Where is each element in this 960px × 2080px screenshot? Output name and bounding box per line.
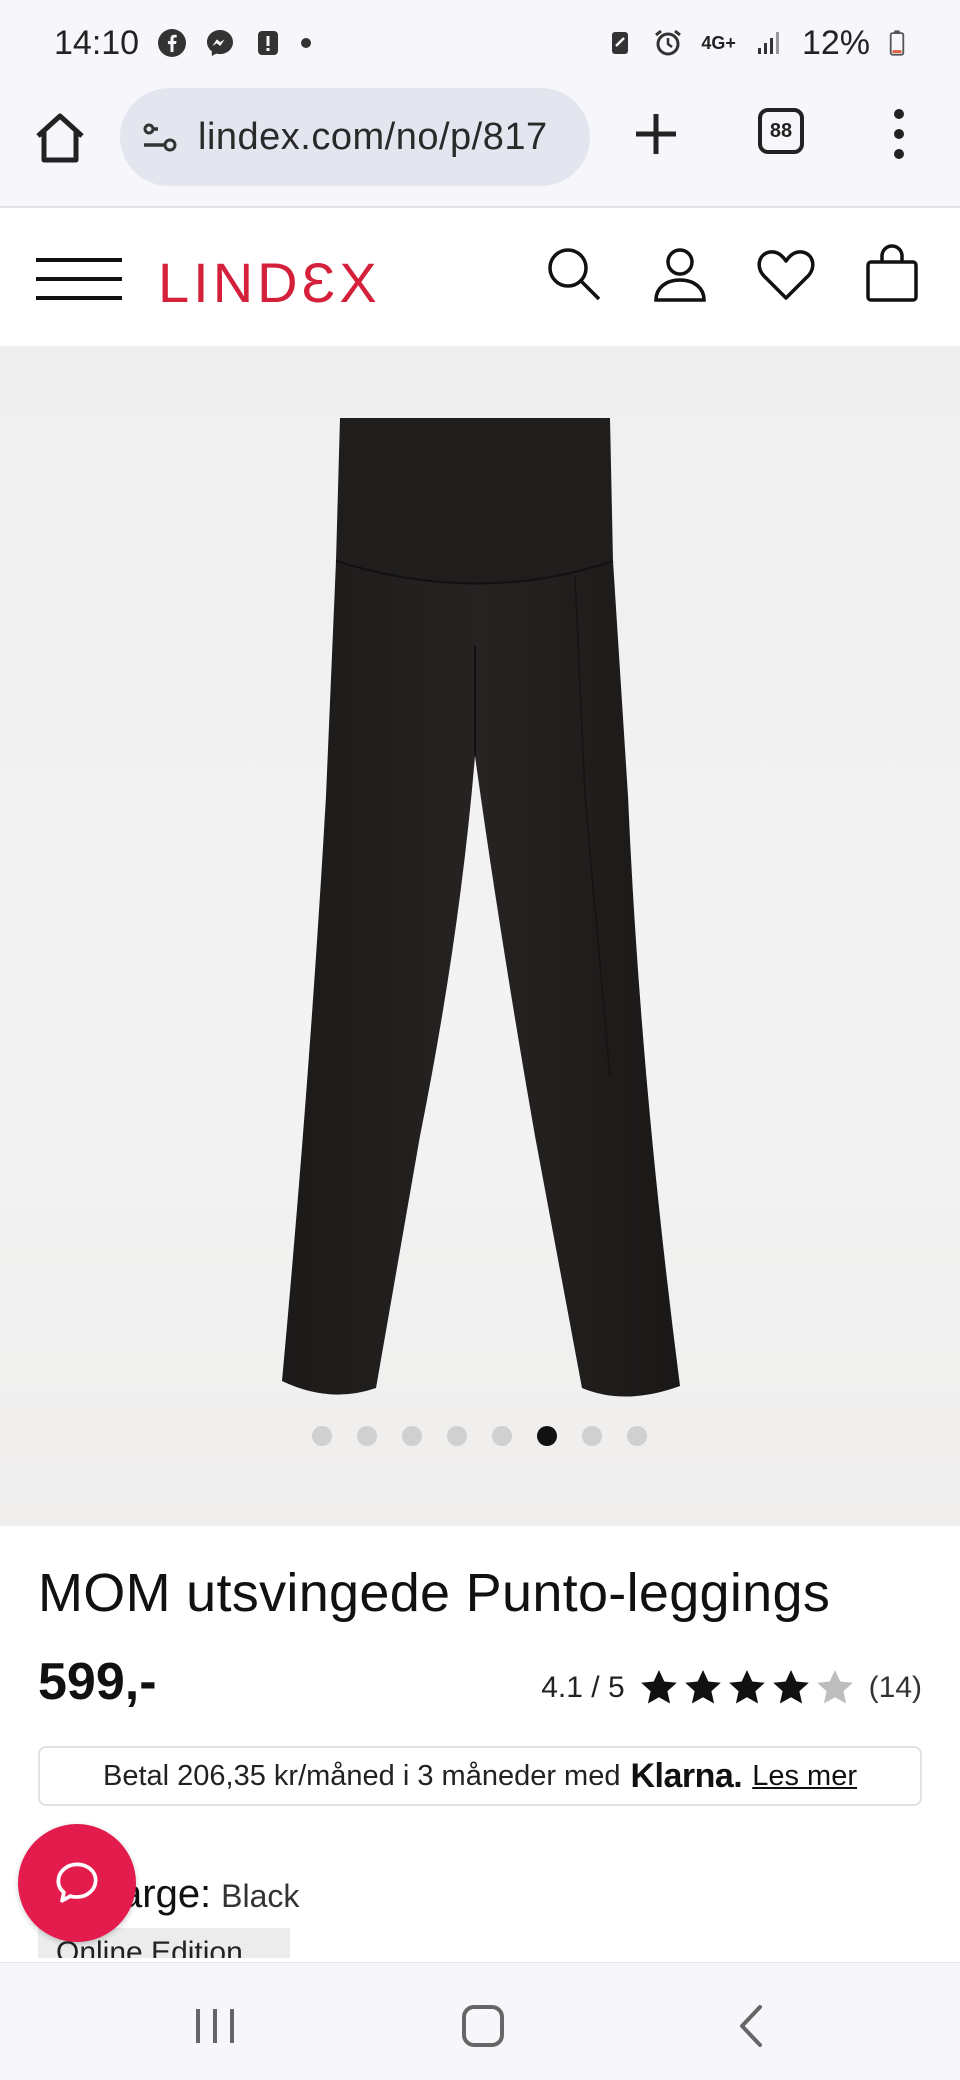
star-icon xyxy=(772,1670,809,1704)
menu-icon[interactable] xyxy=(36,256,122,302)
site-header: LINDƐX xyxy=(0,208,960,346)
sim-icon xyxy=(612,32,629,54)
gallery-dot[interactable] xyxy=(312,1426,332,1446)
signal-icon xyxy=(757,32,779,54)
color-value: Black xyxy=(221,1878,300,1914)
product-rating[interactable]: 4.1 / 5 (14) xyxy=(541,1668,922,1708)
facebook-icon xyxy=(158,29,187,57)
review-count[interactable]: (14) xyxy=(869,1671,922,1705)
browser-toolbar: lindex.com/no/p/817 88 xyxy=(0,86,960,208)
dot-icon xyxy=(301,38,312,48)
site-settings-icon[interactable] xyxy=(140,117,180,157)
tab-count: 88 xyxy=(769,119,793,142)
tabs-button[interactable]: 88 xyxy=(758,108,804,154)
address-bar[interactable]: lindex.com/no/p/817 xyxy=(120,88,590,186)
alert-icon xyxy=(258,31,279,55)
battery-icon xyxy=(889,30,905,56)
star-icon xyxy=(640,1670,677,1704)
gallery-dot[interactable] xyxy=(582,1426,602,1446)
status-time: 14:10 xyxy=(54,23,140,62)
rating-stars xyxy=(639,1668,855,1708)
gallery-pagination[interactable] xyxy=(312,1426,647,1446)
home-icon[interactable] xyxy=(458,2003,508,2049)
chat-icon xyxy=(56,1862,98,1903)
home-icon[interactable] xyxy=(32,110,88,166)
android-navigation-bar xyxy=(0,1962,960,2080)
klarna-read-more-link[interactable]: Les mer xyxy=(752,1760,857,1793)
account-icon[interactable] xyxy=(650,244,710,304)
product-price: 599,- xyxy=(38,1653,157,1711)
lindex-logo[interactable]: LINDƐX xyxy=(158,250,381,315)
product-title: MOM utsvingede Punto-leggings xyxy=(38,1563,831,1623)
chat-button[interactable] xyxy=(18,1824,136,1942)
color-selector-label: arge: Black xyxy=(120,1872,299,1917)
more-icon[interactable] xyxy=(884,104,914,164)
network-type: 4G+ xyxy=(701,32,736,53)
plus-icon[interactable] xyxy=(628,106,684,162)
star-icon xyxy=(816,1670,853,1704)
url-text[interactable]: lindex.com/no/p/817 xyxy=(198,116,548,159)
klarna-banner: Betal 206,35 kr/måned i 3 måneder med Kl… xyxy=(38,1746,922,1806)
recents-icon[interactable] xyxy=(190,2003,240,2049)
gallery-dot[interactable] xyxy=(492,1426,512,1446)
star-icon xyxy=(728,1670,765,1704)
product-image-gallery[interactable] xyxy=(0,346,960,1526)
battery-text: 12% xyxy=(801,23,870,62)
rating-text: 4.1 / 5 xyxy=(541,1671,625,1704)
klarna-text: Betal 206,35 kr/måned i 3 måneder med xyxy=(103,1759,621,1792)
status-bar: 14:10 4G+ 12% xyxy=(0,0,960,86)
wishlist-icon[interactable] xyxy=(756,244,816,304)
gallery-dot[interactable] xyxy=(627,1426,647,1446)
search-icon[interactable] xyxy=(544,244,604,304)
alarm-icon xyxy=(655,29,682,56)
klarna-logo: Klarna. xyxy=(630,1756,743,1795)
gallery-dot[interactable] xyxy=(402,1426,422,1446)
gallery-dot[interactable] xyxy=(357,1426,377,1446)
messenger-icon xyxy=(207,30,234,56)
back-icon[interactable] xyxy=(728,2003,778,2049)
bag-icon[interactable] xyxy=(862,244,922,304)
product-image xyxy=(282,418,680,1397)
star-icon xyxy=(684,1670,721,1704)
gallery-dot[interactable] xyxy=(447,1426,467,1446)
gallery-dot[interactable] xyxy=(537,1426,557,1446)
